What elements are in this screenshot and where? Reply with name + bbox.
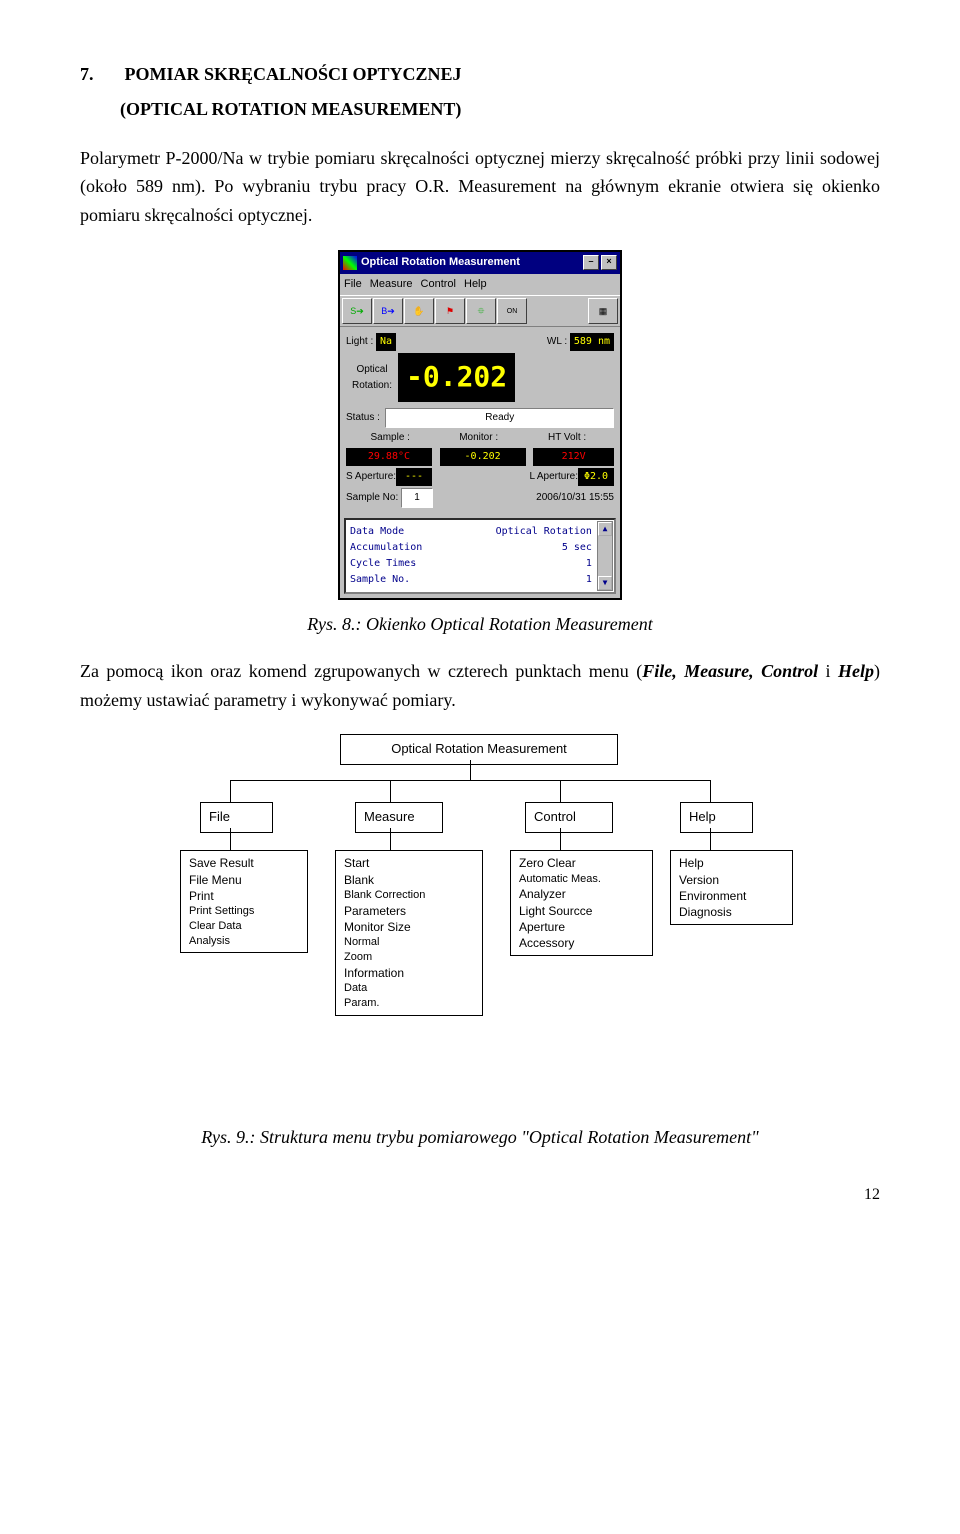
scroll-down-icon[interactable]: ▼	[598, 576, 612, 590]
tree-help: Help	[680, 802, 753, 833]
light-label: Light :	[346, 334, 373, 350]
menu-measure[interactable]: Measure	[370, 276, 413, 294]
close-icon[interactable]: ×	[601, 255, 617, 270]
app-icon	[343, 256, 357, 270]
status-value: Ready	[385, 408, 614, 428]
monitor-value: -0.202	[440, 448, 526, 466]
scrollbar[interactable]: ▲ ▼	[597, 521, 613, 591]
ht-volt-value: 212V	[533, 448, 614, 466]
s-arrow-icon[interactable]: S➔	[342, 298, 372, 324]
sample-no-label: Sample No:	[346, 490, 398, 506]
tree-root: Optical Rotation Measurement	[340, 734, 618, 765]
parameters-listbox[interactable]: Data ModeOptical Rotation Accumulation5 …	[344, 518, 616, 594]
paragraph-2: Za pomocą ikon oraz komend zgrupowanych …	[80, 657, 880, 715]
menu-file[interactable]: File	[344, 276, 362, 294]
menu-control[interactable]: Control	[421, 276, 456, 294]
figure-9-caption: Rys. 9.: Struktura menu trybu pomiaroweg…	[80, 1123, 880, 1152]
menu-bar: File Measure Control Help	[340, 274, 620, 296]
section-subtitle: (OPTICAL ROTATION MEASUREMENT)	[120, 95, 880, 124]
optical-rotation-window: Optical Rotation Measurement – × File Me…	[338, 250, 622, 600]
toggle-on-icon[interactable]: ON	[497, 298, 527, 324]
figure-9: Optical Rotation Measurement File Measur…	[80, 734, 880, 1113]
window-title: Optical Rotation Measurement	[361, 254, 520, 272]
s-aperture-value: ---	[396, 468, 432, 486]
page-number: 12	[80, 1182, 880, 1208]
wl-value: 589 nm	[570, 333, 614, 351]
toolbar: S➔ B➔ ✋ ⚑ ⯐ ON ▦	[340, 295, 620, 326]
minimize-icon[interactable]: –	[583, 255, 599, 270]
figure-8: Optical Rotation Measurement – × File Me…	[80, 250, 880, 600]
tree-file: File	[200, 802, 273, 833]
l-aperture-value: Φ2.0	[578, 468, 614, 486]
status-label: Status :	[346, 410, 380, 426]
datetime-value: 2006/10/31 15:55	[536, 490, 614, 506]
ht-label: HT Volt :	[523, 430, 611, 446]
tree-measure: Measure	[355, 802, 443, 833]
window-titlebar: Optical Rotation Measurement – ×	[340, 252, 620, 274]
tree-help-items: Help Version Environment Diagnosis	[670, 850, 793, 925]
or-label-1: Optical	[346, 362, 398, 378]
figure-8-caption: Rys. 8.: Okienko Optical Rotation Measur…	[80, 610, 880, 639]
optical-rotation-value: -0.202	[398, 353, 515, 402]
section-number: 7.	[80, 60, 120, 89]
sample-label: Sample :	[346, 430, 434, 446]
tree-control-items: Zero Clear Automatic Meas. Analyzer Ligh…	[510, 850, 653, 956]
l-aperture-label: L Aperture:	[529, 469, 578, 485]
scroll-up-icon[interactable]: ▲	[598, 522, 612, 536]
menu-help[interactable]: Help	[464, 276, 487, 294]
tree-file-items: Save Result File Menu Print Print Settin…	[180, 850, 308, 953]
tree-control: Control	[525, 802, 613, 833]
monitor-label: Monitor :	[434, 430, 522, 446]
paragraph-1: Polarymetr P-2000/Na w trybie pomiaru sk…	[80, 144, 880, 230]
sample-temp-value: 29.88°C	[346, 448, 432, 466]
or-label-2: Rotation:	[346, 378, 398, 394]
wl-label: WL :	[547, 334, 567, 350]
target-icon[interactable]: ⯐	[466, 298, 496, 324]
hand-icon[interactable]: ✋	[404, 298, 434, 324]
b-icon[interactable]: B➔	[373, 298, 403, 324]
section-title-text: POMIAR SKRĘCALNOŚCI OPTYCZNEJ	[125, 64, 462, 84]
section-heading: 7. POMIAR SKRĘCALNOŚCI OPTYCZNEJ	[80, 60, 880, 89]
tree-measure-items: Start Blank Blank Correction Parameters …	[335, 850, 483, 1015]
light-value: Na	[376, 333, 396, 351]
grid-icon[interactable]: ▦	[588, 298, 618, 324]
sample-no-value[interactable]: 1	[401, 488, 433, 508]
s-aperture-label: S Aperture:	[346, 469, 396, 485]
flag-icon[interactable]: ⚑	[435, 298, 465, 324]
